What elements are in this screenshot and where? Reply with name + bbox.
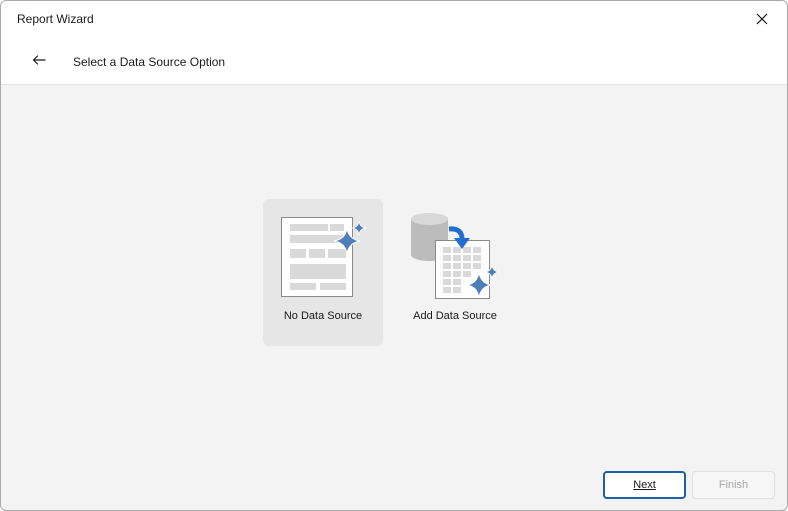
arrow-left-icon	[32, 55, 46, 65]
option-add-data-source[interactable]: Add Data Source	[395, 199, 515, 346]
close-button[interactable]	[747, 6, 777, 32]
option-label: Add Data Source	[413, 310, 497, 322]
option-label: No Data Source	[283, 310, 363, 322]
finish-button[interactable]: Finish	[692, 471, 775, 499]
report-wizard-window: Report Wizard Select a Data Source Optio…	[0, 0, 788, 511]
option-no-data-source[interactable]: No Data Source	[263, 199, 383, 346]
page-title: Select a Data Source Option	[73, 55, 226, 69]
blank-report-icon	[281, 217, 367, 297]
database-report-icon	[411, 213, 500, 299]
title-bar: Report Wizard	[1, 1, 787, 37]
wizard-header: Select a Data Source Option	[1, 37, 787, 85]
close-icon	[756, 13, 768, 25]
window-title: Report Wizard	[17, 12, 94, 26]
back-button[interactable]	[25, 49, 53, 71]
next-button[interactable]: Next	[603, 471, 686, 499]
